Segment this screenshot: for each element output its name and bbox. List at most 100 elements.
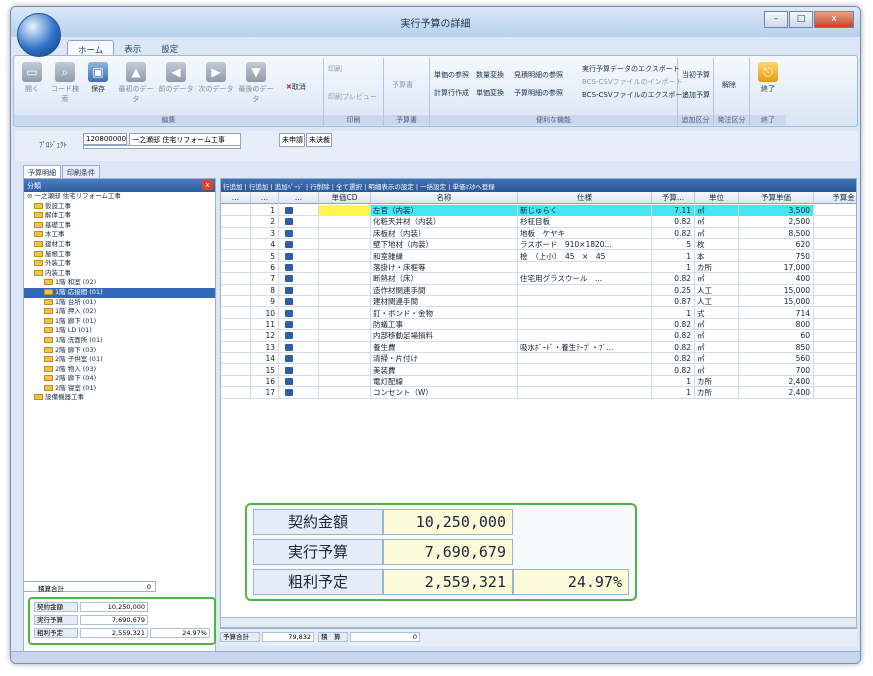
item-name[interactable]: 床板材（内装） xyxy=(371,227,518,239)
unit-code[interactable] xyxy=(319,239,371,251)
row-number[interactable]: 17 xyxy=(251,387,279,399)
row-number[interactable]: 16 xyxy=(251,376,279,387)
item-unit[interactable]: 枚 xyxy=(695,239,739,251)
unit-price[interactable]: 2,500 xyxy=(739,216,814,228)
col-header-spec[interactable]: 仕様 xyxy=(518,192,652,204)
unit-price[interactable]: 60 xyxy=(739,330,814,342)
item-name[interactable]: 壁下地材（内装） xyxy=(371,239,518,251)
item-qty[interactable]: 0.87 xyxy=(652,296,695,308)
item-spec[interactable]: 吸水ﾎﾞｰﾄﾞ・養生ﾃｰﾌﾟ・ﾌﾞ... xyxy=(518,341,652,353)
amount[interactable] xyxy=(814,308,856,319)
col-header-unit[interactable]: 単位 xyxy=(695,192,739,204)
item-name[interactable]: 美装費 xyxy=(371,364,518,376)
item-name[interactable]: 防蟻工事 xyxy=(371,319,518,330)
amount[interactable] xyxy=(814,330,856,341)
row-check[interactable] xyxy=(279,364,319,376)
row-select-icon[interactable] xyxy=(285,218,293,226)
tree-node[interactable]: 木工事 xyxy=(24,230,215,240)
amount[interactable] xyxy=(814,273,856,284)
item-spec[interactable] xyxy=(518,262,652,273)
next-data-button[interactable]: ▶ 次のデータ xyxy=(198,62,234,94)
exit-button[interactable]: ⎋ 終了 xyxy=(756,62,780,94)
bcs-import-button[interactable]: BCS-CSVファイルのインポート xyxy=(582,77,683,87)
item-spec[interactable]: 住宅用グラスウール ... xyxy=(518,273,652,285)
item-qty[interactable]: 1 xyxy=(652,307,695,319)
row-number[interactable]: 15 xyxy=(251,364,279,376)
table-row[interactable]: 7 断熱材（床） 住宅用グラスウール ... 0.82 ㎡ 400 xyxy=(221,273,856,285)
item-unit[interactable]: ㎡ xyxy=(695,364,739,376)
prev-data-button[interactable]: ◀ 前のデータ xyxy=(158,62,194,94)
row-check[interactable] xyxy=(279,341,319,353)
item-spec[interactable] xyxy=(518,387,652,399)
col-header-price[interactable]: 予算単価 xyxy=(739,192,814,204)
row-select-icon[interactable] xyxy=(285,229,293,237)
print-button[interactable]: 印刷 xyxy=(328,64,342,74)
bcs-export-button[interactable]: BCS-CSVファイルのエクスポート xyxy=(582,90,689,100)
initial-budget-button[interactable]: 当初予算 xyxy=(682,70,710,80)
release-button[interactable]: 解除 xyxy=(722,80,736,90)
unit-code[interactable] xyxy=(319,273,371,285)
item-name[interactable]: 建材関連手間 xyxy=(371,296,518,308)
item-spec[interactable] xyxy=(518,319,652,330)
item-unit[interactable]: ㎡ xyxy=(695,319,739,330)
table-row[interactable]: 14 清掃・片付け 0.82 ㎡ 560 xyxy=(221,353,856,365)
unit-code[interactable] xyxy=(319,250,371,262)
unit-code[interactable] xyxy=(319,364,371,376)
unit-code[interactable] xyxy=(319,387,371,399)
unit-price-convert-button[interactable]: 単価変換 xyxy=(476,88,504,98)
amount[interactable] xyxy=(814,251,856,262)
row-number[interactable]: 13 xyxy=(251,341,279,353)
col-header-1[interactable]: ... xyxy=(251,192,279,204)
item-qty[interactable]: 1 xyxy=(652,250,695,262)
row-select-icon[interactable] xyxy=(285,286,293,294)
row-number[interactable]: 8 xyxy=(251,284,279,296)
amount[interactable] xyxy=(814,342,856,353)
unit-code[interactable] xyxy=(319,319,371,330)
tree-node[interactable]: 1階 廊下 (01) xyxy=(24,317,215,327)
maximize-button[interactable]: □ xyxy=(789,11,813,28)
horizontal-scrollbar[interactable] xyxy=(220,617,857,628)
unit-price[interactable]: 15,000 xyxy=(739,296,814,308)
row-number[interactable]: 3 xyxy=(251,227,279,239)
unit-price[interactable]: 8,500 xyxy=(739,227,814,239)
amount[interactable] xyxy=(814,239,856,250)
row-select-icon[interactable] xyxy=(285,343,293,351)
amount[interactable] xyxy=(814,205,856,216)
item-spec[interactable] xyxy=(518,376,652,387)
unit-price-ref-button[interactable]: 単価の参照 xyxy=(434,70,469,80)
unit-price[interactable]: 2,400 xyxy=(739,387,814,399)
estimate-detail-ref-button[interactable]: 見積明細の参照 xyxy=(514,70,563,80)
row-select-icon[interactable] xyxy=(285,264,293,271)
budget-book-button[interactable]: 予算書 xyxy=(392,80,413,90)
calc-row-create-button[interactable]: 計算行作成 xyxy=(434,88,469,98)
unit-price[interactable]: 700 xyxy=(739,364,814,376)
item-unit[interactable]: カ所 xyxy=(695,376,739,387)
col-header-amount[interactable]: 予算金 xyxy=(814,192,856,204)
row-select-icon[interactable] xyxy=(285,298,293,306)
row-select-icon[interactable] xyxy=(285,252,293,260)
row-select-icon[interactable] xyxy=(285,241,293,249)
unit-code[interactable] xyxy=(319,376,371,387)
item-qty[interactable]: 0.25 xyxy=(652,284,695,296)
table-row[interactable]: 8 造作材関連手間 0.25 人工 15,000 xyxy=(221,284,856,297)
item-unit[interactable]: ㎡ xyxy=(695,273,739,285)
item-name[interactable]: 断熱材（床） xyxy=(371,273,518,285)
minimize-button[interactable]: – xyxy=(764,11,788,28)
row-check[interactable] xyxy=(279,216,319,228)
item-qty[interactable]: 1 xyxy=(652,376,695,387)
unit-code[interactable] xyxy=(319,296,371,308)
grid-toolbar[interactable]: 行追加 | 行追加 | 追加ﾍﾟｰｼﾞ | 行削除 | 全て選択 | 明細表示の… xyxy=(221,179,856,192)
tree-node[interactable]: 解体工事 xyxy=(24,211,215,221)
item-name[interactable]: コンセント（W） xyxy=(371,387,518,399)
row-number[interactable]: 4 xyxy=(251,239,279,251)
row-check[interactable] xyxy=(279,227,319,239)
tree-node[interactable]: 内装工事 xyxy=(24,269,215,279)
project-note-field[interactable] xyxy=(83,145,241,149)
unit-price[interactable]: 15,000 xyxy=(739,284,814,296)
unit-code[interactable] xyxy=(319,205,371,216)
unit-code[interactable] xyxy=(319,353,371,365)
item-spec[interactable]: 杉柾目板 xyxy=(518,216,652,228)
close-button[interactable]: x xyxy=(814,11,854,28)
tree-node[interactable]: 2階 子供室 (01) xyxy=(24,355,215,365)
item-qty[interactable]: 0.82 xyxy=(652,319,695,330)
